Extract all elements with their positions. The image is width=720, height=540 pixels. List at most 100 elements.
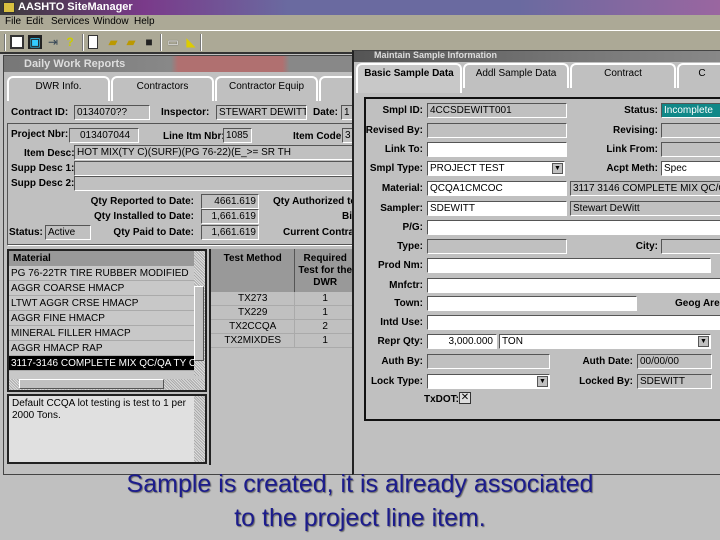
city-field[interactable] [661, 239, 720, 254]
tab-more[interactable]: C [677, 63, 720, 88]
caption-line-2: to the project line item. [234, 504, 486, 532]
sampler-value: SDEWITT [430, 203, 475, 214]
revised-by-label: Revised By: [365, 125, 423, 136]
maintain-sample-window: Maintain Sample Information Basic Sample… [352, 50, 720, 475]
material-row[interactable]: AGGR COARSE HMACP [9, 281, 195, 296]
type-label: Type: [397, 241, 423, 252]
auth-date-field[interactable]: 00/00/00 [637, 354, 712, 369]
intd-use-field[interactable] [427, 315, 720, 330]
link-from-label: Link From: [606, 144, 658, 155]
chevron-down-icon[interactable]: ▼ [698, 336, 709, 347]
sampler-name-field[interactable]: Stewart DeWitt [570, 201, 720, 216]
materials-hscroll[interactable] [9, 379, 205, 390]
status-label: Status: [9, 227, 43, 238]
prod-nm-label: Prod Nm: [378, 260, 423, 271]
mnfctr-field[interactable] [427, 278, 720, 293]
qty-installed-label: Qty Installed to Date: [93, 211, 194, 222]
save-icon[interactable]: ■ [142, 35, 156, 49]
materials-list[interactable]: Material PG 76-22TR TIRE RUBBER MODIFIED… [7, 249, 207, 392]
item-desc-label: Item Desc: [24, 148, 75, 159]
repr-qty-value: 3,000.000 [448, 336, 494, 347]
revising-label: Revising: [612, 125, 658, 136]
auth-date-value: 00/00/00 [640, 356, 679, 367]
line-itm-nbr-field[interactable]: 1085 [223, 128, 252, 143]
materials-header: Material [9, 251, 195, 266]
tab-contractor-equip[interactable]: Contractor Equip [215, 76, 318, 101]
pointer-icon[interactable]: ◣ [184, 35, 198, 49]
sample-title-bar: Maintain Sample Information [354, 51, 720, 62]
repr-unit-field[interactable]: TON ▼ [499, 334, 711, 349]
acpt-meth-label: Acpt Meth: [606, 163, 658, 174]
material-row[interactable]: AGGR FINE HMACP [9, 311, 195, 326]
locked-by-field[interactable]: SDEWITT [637, 374, 712, 389]
qty-reported-label: Qty Reported to Date: [90, 196, 194, 207]
town-field[interactable] [427, 296, 637, 311]
pg-field[interactable] [427, 220, 720, 235]
material-row[interactable]: 3117-3146 COMPLETE MIX QC/QA TY C [9, 356, 195, 371]
notes-textarea[interactable]: Default CCQA lot testing is test to 1 pe… [7, 394, 207, 464]
test-method-header: Test Method [211, 249, 296, 292]
materials-vscroll[interactable] [194, 251, 205, 376]
material-desc-value: 3117 3146 COMPLETE MIX QC/QA TY [573, 183, 720, 194]
material-row[interactable]: MINERAL FILLER HMACP [9, 326, 195, 341]
material-value: QCQA1CMCOC [430, 183, 503, 194]
project-nbr-field[interactable]: 013407044 [69, 128, 139, 143]
sampler-field[interactable]: SDEWITT [427, 201, 567, 216]
notes-vscroll[interactable] [194, 396, 205, 462]
save-disk-icon[interactable]: ▣ [28, 35, 42, 49]
txdot-checkbox[interactable]: ✕ [459, 392, 471, 404]
qty-reported-field: 4661.619 [201, 194, 259, 209]
inspector-field[interactable]: STEWART DEWITT [216, 105, 307, 120]
smpl-id-value: 4CCSDEWITT001 [430, 105, 512, 116]
status-label: Status: [624, 105, 658, 116]
sampler-label: Sampler: [380, 203, 423, 214]
qty-paid-label: Qty Paid to Date: [113, 227, 194, 238]
contract-id-field[interactable]: 0134070?? [74, 105, 150, 120]
locked-by-label: Locked By: [579, 376, 633, 387]
test-method-cell: TX229 [211, 306, 296, 320]
material-desc-field[interactable]: 3117 3146 COMPLETE MIX QC/QA TY [570, 181, 720, 196]
smpl-type-value: PROJECT TEST [430, 163, 505, 174]
daily-work-reports-window: Daily Work Reports DWR Info. Contractors… [3, 55, 359, 475]
repr-qty-label: Repr Qty: [377, 336, 423, 347]
project-nbr-label: Project Nbr: [11, 129, 69, 140]
exit-icon[interactable]: ⇥ [46, 35, 60, 49]
txdot-label: TxDOT: [424, 394, 459, 405]
prod-nm-field[interactable] [427, 258, 711, 273]
open-folder-2-icon[interactable]: ▰ [124, 35, 138, 49]
tab-dwr-info[interactable]: DWR Info. [7, 76, 110, 101]
new-document-icon[interactable] [88, 35, 98, 49]
locked-by-value: SDEWITT [640, 376, 685, 387]
status-field[interactable]: Incomplete [661, 103, 720, 118]
repr-qty-field[interactable]: 3,000.000 [427, 334, 497, 349]
material-row[interactable]: LTWT AGGR CRSE HMACP [9, 296, 195, 311]
help-icon[interactable]: ? [63, 35, 77, 49]
open-folder-icon[interactable]: ▰ [106, 35, 120, 49]
tab-basic-sample-data[interactable]: Basic Sample Data [356, 63, 462, 93]
notes-text: Default CCQA lot testing is test to 1 pe… [12, 398, 186, 421]
tab-addl-sample-data[interactable]: Addl Sample Data [463, 63, 569, 88]
menu-edit[interactable]: Edit [26, 16, 43, 27]
table-icon[interactable] [10, 35, 24, 49]
tab-contract[interactable]: Contract [570, 63, 676, 88]
acpt-meth-field[interactable]: Spec [661, 161, 720, 176]
menu-services[interactable]: Services [51, 16, 89, 27]
material-row[interactable]: AGGR HMACP RAP [9, 341, 195, 356]
supp-desc-2-label: Supp Desc 2: [11, 178, 75, 189]
line-itm-nbr-label: Line Itm Nbr: [163, 131, 225, 142]
tab-contractors[interactable]: Contractors [111, 76, 214, 101]
comment-icon[interactable]: ▭ [166, 35, 180, 49]
menu-help[interactable]: Help [134, 16, 155, 27]
sampler-name-value: Stewart DeWitt [573, 203, 640, 214]
material-row[interactable]: PG 76-22TR TIRE RUBBER MODIFIED [9, 266, 195, 281]
link-from-field[interactable] [661, 142, 720, 157]
app-title: AASHTO SiteManager [18, 1, 133, 13]
menu-window[interactable]: Window [93, 16, 129, 27]
app-icon [3, 2, 15, 13]
material-label: Material: [381, 183, 423, 194]
menu-file[interactable]: File [5, 16, 21, 27]
revising-field[interactable] [661, 123, 720, 138]
auth-date-label: Auth Date: [582, 356, 633, 367]
test-method-cell: TX273 [211, 292, 296, 306]
material-field[interactable]: QCQA1CMCOC [427, 181, 567, 196]
